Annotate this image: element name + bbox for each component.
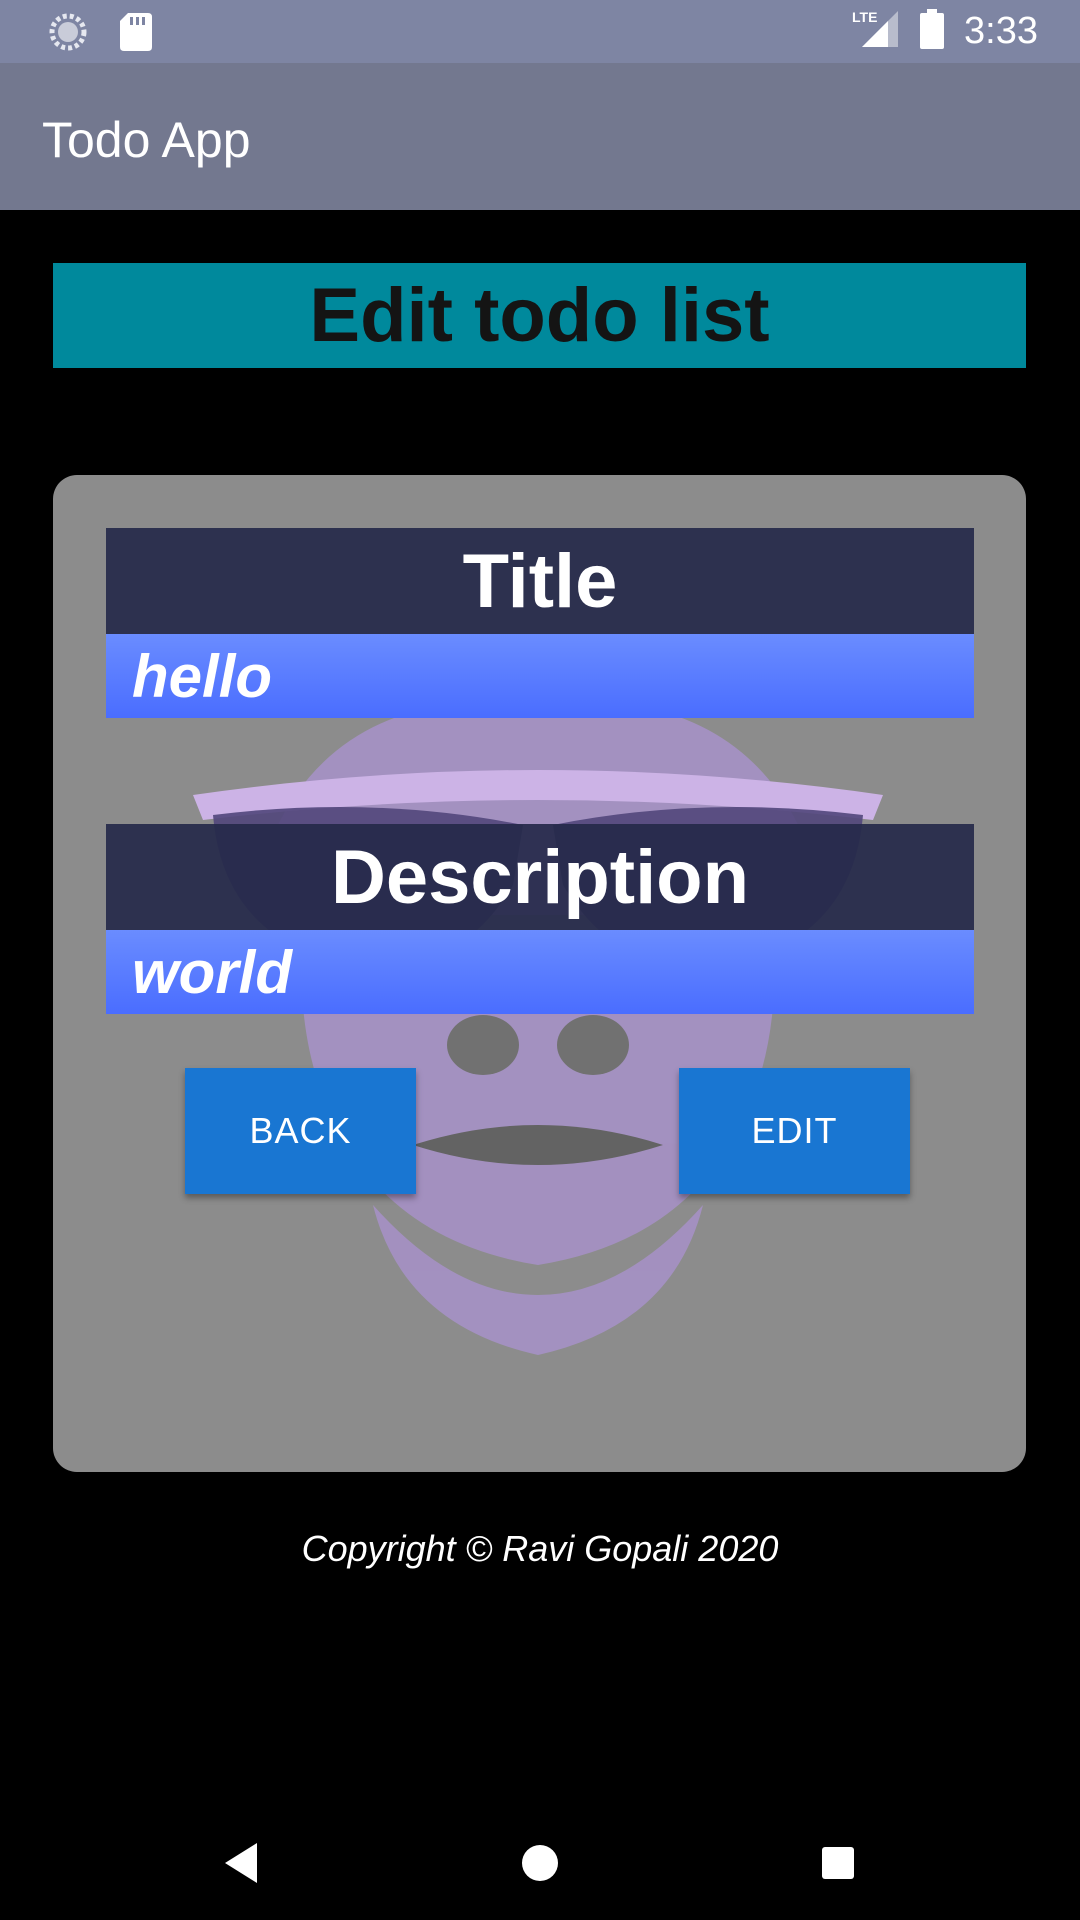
network-type-label: LTE	[852, 9, 877, 25]
signal-icon: LTE	[852, 9, 900, 54]
monkey-mascot-illustration	[193, 695, 883, 1355]
back-icon[interactable]	[206, 1828, 276, 1898]
description-input[interactable]	[106, 930, 974, 1014]
edit-button[interactable]: EDIT	[679, 1068, 910, 1194]
copyright-text: Copyright © Ravi Gopali 2020	[301, 1528, 779, 1569]
sd-card-icon	[120, 13, 152, 56]
recents-icon[interactable]	[803, 1828, 873, 1898]
app-title: Todo App	[42, 112, 251, 168]
title-label: Title	[106, 528, 974, 634]
description-label: Description	[106, 824, 974, 930]
status-left-icons	[48, 12, 152, 57]
back-button[interactable]: BACK	[185, 1068, 416, 1194]
heading-banner: Edit todo list	[53, 263, 1026, 368]
title-input[interactable]	[106, 634, 974, 718]
battery-icon	[920, 9, 945, 54]
app-bar: Todo App	[0, 63, 1080, 210]
home-icon[interactable]	[505, 1828, 575, 1898]
edit-card: Title Description BACK EDIT	[53, 475, 1026, 1472]
status-time: 3:33	[964, 10, 1038, 52]
navigation-bar	[0, 1806, 1080, 1920]
sync-icon	[48, 12, 88, 57]
page-title: Edit todo list	[309, 273, 770, 358]
status-right-icons: LTE 3:33	[852, 0, 1038, 63]
status-bar: LTE 3:33	[0, 0, 1080, 63]
